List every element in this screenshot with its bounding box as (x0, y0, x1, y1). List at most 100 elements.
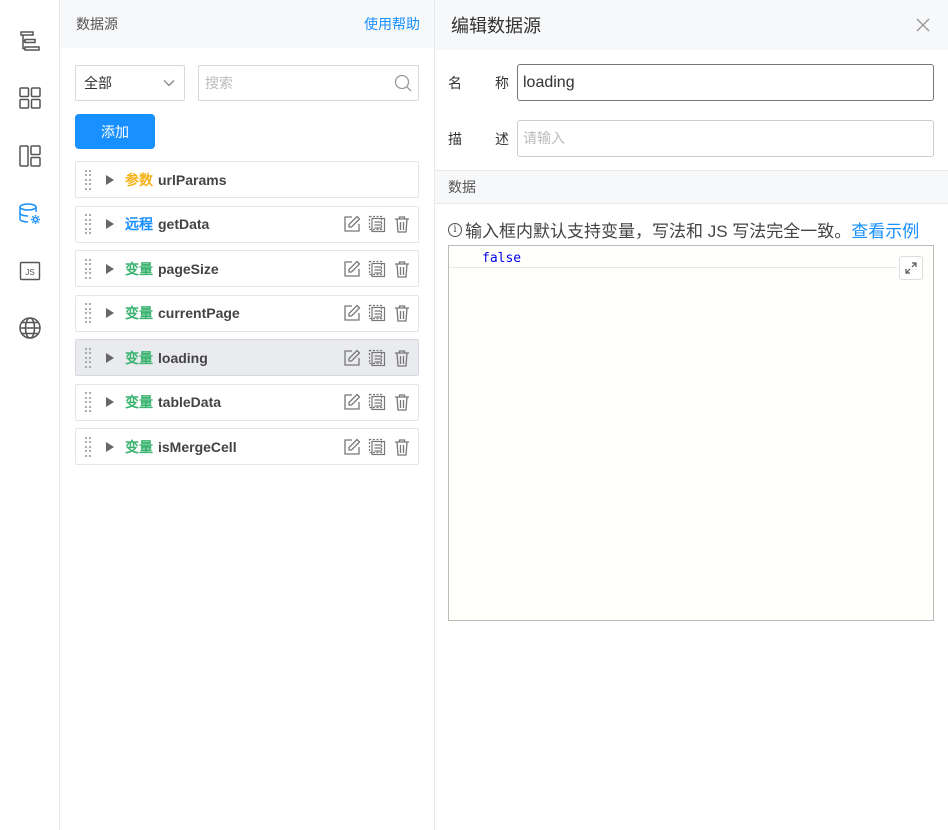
datasource-type: 变量 (125, 305, 153, 321)
layout-icon[interactable] (15, 141, 45, 171)
datasource-item[interactable]: 远程 getData (75, 205, 419, 243)
edit-datasource-panel: 编辑数据源 名 称 描 述 数据 i 输入框内默认支持变量，写法和 JS 写法完… (435, 0, 948, 830)
datasource-item[interactable]: 变量 loading (75, 339, 419, 376)
drag-handle-icon[interactable] (84, 347, 94, 368)
data-section-header: 数据 (435, 170, 948, 204)
edit-icon[interactable] (342, 215, 361, 234)
editor-header: 编辑数据源 (435, 0, 948, 50)
edit-icon[interactable] (342, 393, 361, 412)
item-actions (342, 348, 411, 367)
name-label: 名 称 (448, 73, 517, 93)
copy-icon[interactable] (367, 259, 386, 278)
edit-icon[interactable] (342, 304, 361, 323)
datasource-name: tableData (158, 394, 222, 410)
datasource-item[interactable]: 变量 tableData (75, 383, 419, 421)
info-icon: i (448, 222, 462, 237)
expand-icon[interactable] (899, 256, 923, 280)
datasource-type: 变量 (125, 438, 153, 455)
expand-caret-icon[interactable] (106, 174, 114, 185)
datasource-type: 变量 (125, 260, 153, 277)
code-line: false (449, 248, 897, 268)
datasource-name: currentPage (158, 305, 240, 321)
drag-handle-icon[interactable] (84, 392, 94, 412)
delete-icon[interactable] (392, 393, 411, 412)
name-label-char1: 名 (448, 74, 462, 91)
help-link[interactable]: 使用帮助 (364, 14, 420, 34)
chevron-down-icon (163, 80, 175, 87)
search-box (198, 65, 419, 101)
outline-tree-icon[interactable] (15, 26, 45, 56)
drag-handle-icon[interactable] (84, 169, 94, 190)
datasource-type: 远程 (125, 216, 153, 232)
item-actions (342, 393, 411, 412)
copy-icon[interactable] (367, 215, 386, 234)
name-input[interactable] (517, 64, 934, 101)
datasource-name: urlParams (158, 171, 227, 188)
js-file-icon[interactable]: JS (15, 256, 45, 286)
datasource-name: getData (158, 216, 210, 232)
copy-icon[interactable] (367, 348, 386, 367)
type-filter-select[interactable]: 全部 (75, 65, 185, 101)
svg-text:JS: JS (25, 268, 34, 277)
expand-caret-icon[interactable] (106, 263, 114, 274)
datasource-type: 变量 (125, 394, 153, 410)
datasource-item[interactable]: 变量 pageSize (75, 250, 419, 287)
datasource-name: pageSize (158, 260, 219, 277)
search-icon[interactable] (394, 74, 412, 92)
edit-icon[interactable] (342, 348, 361, 367)
item-actions (342, 259, 411, 278)
description-input[interactable] (517, 120, 934, 157)
drag-handle-icon[interactable] (84, 436, 94, 457)
drag-handle-icon[interactable] (84, 258, 94, 279)
code-editor[interactable]: false (448, 245, 934, 621)
datasource-item[interactable]: 参数 urlParams (75, 161, 419, 198)
description-label-char2: 述 (495, 130, 509, 147)
name-label-char2: 称 (495, 74, 509, 91)
delete-icon[interactable] (392, 304, 411, 323)
filter-row: 全部 (75, 65, 419, 101)
globe-icon[interactable] (15, 313, 45, 343)
expand-caret-icon[interactable] (106, 308, 114, 318)
expand-caret-icon[interactable] (106, 397, 114, 407)
add-button[interactable]: 添加 (75, 114, 155, 149)
expand-caret-icon[interactable] (106, 441, 114, 452)
copy-icon[interactable] (367, 304, 386, 323)
edit-icon[interactable] (342, 437, 361, 456)
delete-icon[interactable] (392, 215, 411, 234)
delete-icon[interactable] (392, 348, 411, 367)
components-grid-icon[interactable] (15, 83, 45, 113)
copy-icon[interactable] (367, 393, 386, 412)
code-value: false (482, 251, 522, 266)
delete-icon[interactable] (392, 259, 411, 278)
expand-caret-icon[interactable] (106, 219, 114, 229)
copy-icon[interactable] (367, 437, 386, 456)
datasource-header: 数据源 使用帮助 (60, 0, 434, 48)
datasource-settings-icon[interactable] (15, 199, 45, 229)
description-row: 描 述 (448, 120, 934, 157)
icon-rail: JS (0, 0, 60, 830)
description-label-char1: 描 (448, 130, 462, 147)
item-actions (342, 304, 411, 323)
datasource-item[interactable]: 变量 currentPage (75, 294, 419, 332)
datasource-type: 变量 (125, 349, 153, 366)
close-icon[interactable] (916, 18, 930, 32)
delete-icon[interactable] (392, 437, 411, 456)
item-actions (342, 215, 411, 234)
drag-handle-icon[interactable] (84, 303, 94, 323)
data-section-title: 数据 (448, 179, 476, 195)
datasource-name: isMergeCell (158, 438, 237, 455)
datasource-type: 参数 (125, 171, 153, 188)
view-example-link[interactable]: 查看示例 (851, 217, 919, 242)
item-actions (342, 437, 411, 456)
drag-handle-icon[interactable] (84, 214, 94, 234)
type-filter-value: 全部 (84, 75, 112, 91)
datasource-list: 参数 urlParams 远程 getData 变量 pageSize 变量 currentP… (75, 161, 419, 473)
edit-icon[interactable] (342, 259, 361, 278)
description-label: 描 述 (448, 129, 517, 149)
datasource-title: 数据源 (76, 16, 118, 32)
hint-text: 输入框内默认支持变量，写法和 JS 写法完全一致。 (465, 222, 852, 241)
datasource-item[interactable]: 变量 isMergeCell (75, 428, 419, 465)
search-input[interactable] (205, 75, 394, 91)
datasource-panel: 数据源 使用帮助 全部 添加 参数 urlParams 远程 getData 变量 pag… (60, 0, 435, 830)
expand-caret-icon[interactable] (106, 352, 114, 363)
